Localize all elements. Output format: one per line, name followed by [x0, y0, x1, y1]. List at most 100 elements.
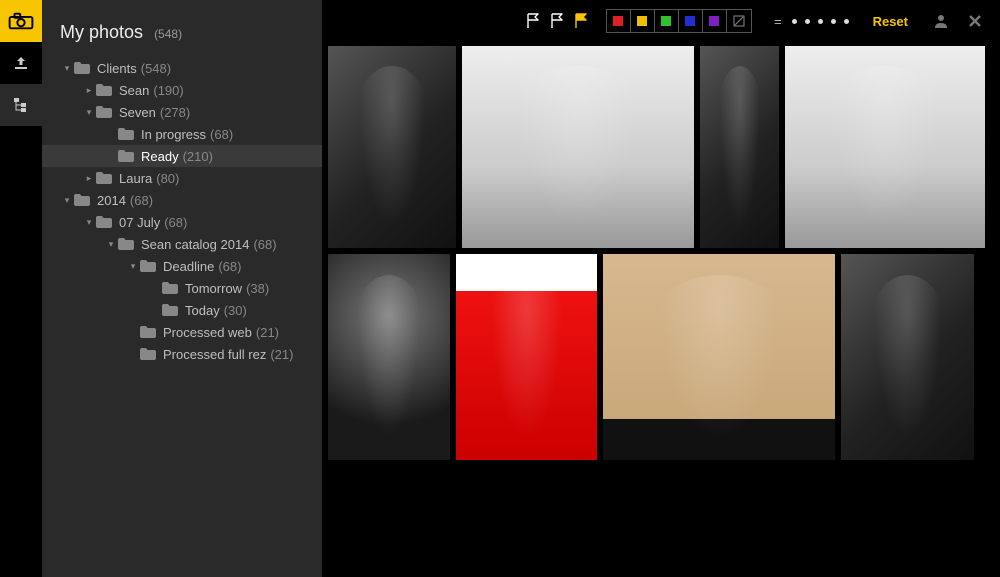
sidebar-title-text: My photos: [60, 22, 143, 42]
folder-row-ready[interactable]: Ready (210): [42, 145, 322, 167]
folder-count: (210): [183, 149, 213, 164]
camera-icon: [8, 12, 34, 30]
photo-5[interactable]: [328, 254, 450, 460]
folder-count: (38): [246, 281, 269, 296]
folder-count: (21): [256, 325, 279, 340]
color-chip-icon: [685, 16, 695, 26]
flag-reject-filter[interactable]: [570, 10, 592, 32]
photo-4[interactable]: [785, 46, 985, 248]
folder-icon: [74, 194, 90, 206]
folder-row-processed-full-rez[interactable]: Processed full rez (21): [42, 343, 322, 365]
main-area: = Reset: [322, 0, 1000, 577]
flag-icon: [574, 13, 588, 29]
grid-row-1: [328, 46, 994, 248]
folder-label: Clients: [97, 61, 137, 76]
folder-icon: [118, 128, 134, 140]
folder-icon: [118, 238, 134, 250]
rating-dot[interactable]: [792, 19, 797, 24]
flag-neutral-filter[interactable]: [546, 10, 568, 32]
color-label-red[interactable]: [607, 10, 631, 32]
photo-placeholder-icon: [825, 66, 945, 248]
sidebar-title: My photos (548): [42, 22, 322, 57]
folders-button[interactable]: [0, 84, 42, 126]
color-label-green[interactable]: [655, 10, 679, 32]
reset-button[interactable]: Reset: [873, 14, 908, 29]
rating-dot[interactable]: [844, 19, 849, 24]
color-label-group: [606, 9, 752, 33]
color-chip-icon: [661, 16, 671, 26]
tree-icon: [13, 97, 29, 113]
folder-icon: [96, 172, 112, 184]
folder-label: Tomorrow: [185, 281, 242, 296]
folder-count: (548): [141, 61, 171, 76]
photo-6[interactable]: [456, 254, 597, 460]
disclosure-arrow-icon: ▸: [82, 85, 96, 96]
folder-icon: [96, 216, 112, 228]
flag-icon: [526, 13, 540, 29]
photo-8[interactable]: [841, 254, 974, 460]
rating-dot[interactable]: [805, 19, 810, 24]
photo-placeholder-icon: [508, 66, 647, 248]
folder-row-07-july[interactable]: ▾07 July (68): [42, 211, 322, 233]
photo-placeholder-icon: [868, 275, 948, 460]
rating-dot[interactable]: [818, 19, 823, 24]
folder-icon: [162, 282, 178, 294]
folder-row-deadline[interactable]: ▾Deadline (68): [42, 255, 322, 277]
folder-count: (68): [210, 127, 233, 142]
color-label-blue[interactable]: [679, 10, 703, 32]
folder-row-sean[interactable]: ▸Sean (190): [42, 79, 322, 101]
folder-row-in-progress[interactable]: In progress (68): [42, 123, 322, 145]
thumbnail-grid: [322, 42, 1000, 577]
folder-row-processed-web[interactable]: Processed web (21): [42, 321, 322, 343]
photo-placeholder-icon: [649, 275, 788, 460]
left-rail: [0, 0, 42, 577]
flag-keep-filter[interactable]: [522, 10, 544, 32]
folder-label: Seven: [119, 105, 156, 120]
folder-row-sean-catalog-2014[interactable]: ▾Sean catalog 2014 (68): [42, 233, 322, 255]
folder-label: Processed web: [163, 325, 252, 340]
photo-placeholder-icon: [354, 66, 431, 248]
close-button[interactable]: [964, 10, 986, 32]
photo-2[interactable]: [462, 46, 694, 248]
folder-icon: [162, 304, 178, 316]
upload-button[interactable]: [0, 42, 42, 84]
folder-icon: [96, 84, 112, 96]
app-logo[interactable]: [0, 0, 42, 42]
photo-placeholder-icon: [352, 275, 425, 460]
photo-3[interactable]: [700, 46, 779, 248]
color-label-yellow[interactable]: [631, 10, 655, 32]
folder-row-laura[interactable]: ▸Laura (80): [42, 167, 322, 189]
folder-label: Processed full rez: [163, 347, 266, 362]
folder-row-seven[interactable]: ▾Seven (278): [42, 101, 322, 123]
disclosure-arrow-icon: ▾: [60, 195, 74, 206]
disclosure-arrow-icon: ▾: [126, 261, 140, 272]
no-color-icon: [733, 15, 745, 27]
folder-count: (21): [270, 347, 293, 362]
disclosure-arrow-icon: ▾: [82, 217, 96, 228]
color-label-none[interactable]: [727, 10, 751, 32]
folder-icon: [140, 260, 156, 272]
photo-7[interactable]: [603, 254, 835, 460]
color-chip-icon: [613, 16, 623, 26]
folder-label: 2014: [97, 193, 126, 208]
disclosure-arrow-icon: ▾: [82, 107, 96, 118]
folder-label: Deadline: [163, 259, 214, 274]
folder-icon: [96, 106, 112, 118]
photo-placeholder-icon: [716, 66, 763, 248]
rating-filter[interactable]: =: [774, 14, 849, 29]
photo-1[interactable]: [328, 46, 456, 248]
folder-row-clients[interactable]: ▾Clients (548): [42, 57, 322, 79]
folder-icon: [140, 348, 156, 360]
folder-count: (30): [224, 303, 247, 318]
color-label-purple[interactable]: [703, 10, 727, 32]
folder-row-2014[interactable]: ▾ 2014 (68): [42, 189, 322, 211]
folder-row-tomorrow[interactable]: Tomorrow (38): [42, 277, 322, 299]
rating-dot[interactable]: [831, 19, 836, 24]
folder-count: (68): [130, 193, 153, 208]
folder-icon: [74, 62, 90, 74]
user-button[interactable]: [930, 10, 952, 32]
flag-filter-group: [522, 10, 592, 32]
folder-row-today[interactable]: Today (30): [42, 299, 322, 321]
topbar: = Reset: [322, 0, 1000, 42]
color-chip-icon: [637, 16, 647, 26]
